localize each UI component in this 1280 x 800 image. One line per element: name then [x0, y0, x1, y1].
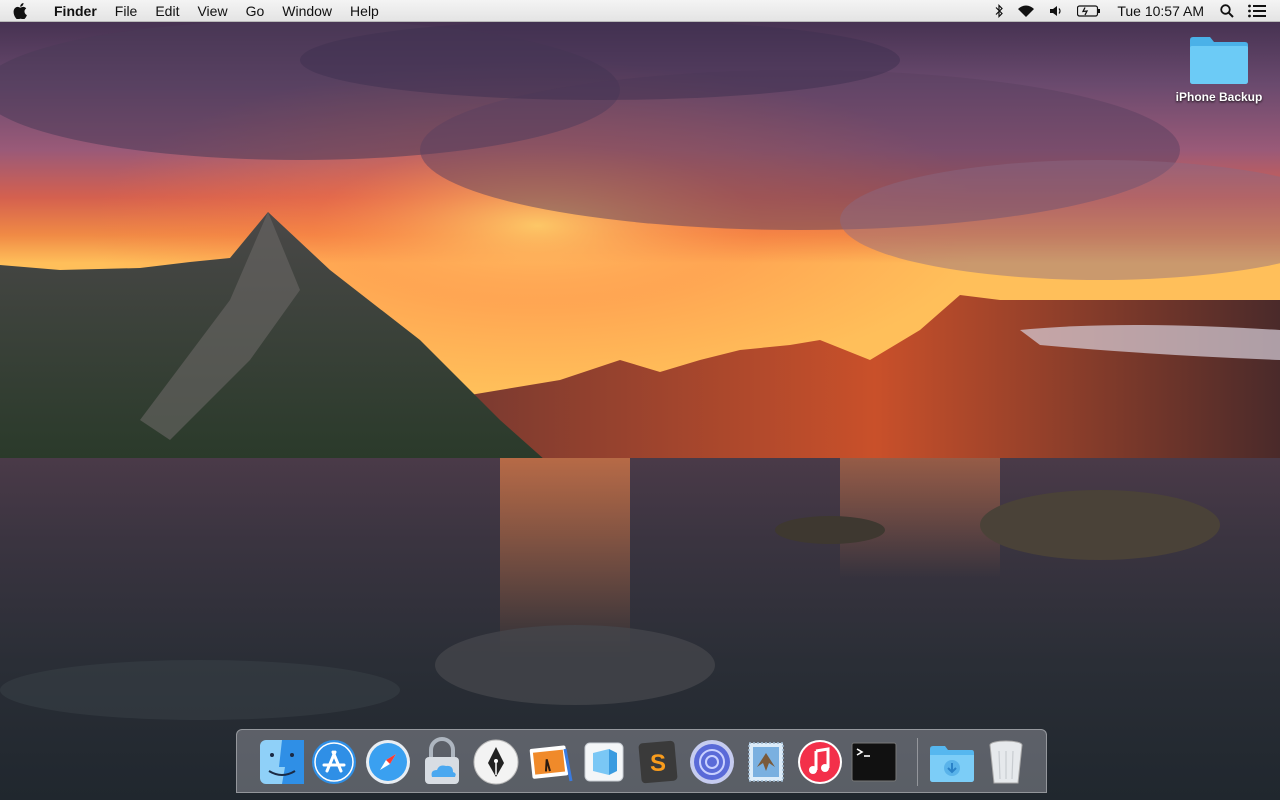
pen-nib-icon — [473, 739, 519, 785]
volume-icon — [1050, 6, 1061, 16]
mail-stamp-icon — [748, 742, 784, 782]
menu-edit[interactable]: Edit — [146, 0, 188, 22]
desktop-wallpaper — [0, 0, 1280, 800]
dock-app-store[interactable] — [309, 737, 359, 787]
dock-xcode[interactable] — [579, 737, 629, 787]
dock-script-editor[interactable] — [471, 737, 521, 787]
dock-trash[interactable] — [981, 737, 1031, 787]
dock: S — [236, 729, 1047, 793]
dock-safari[interactable] — [363, 737, 413, 787]
wifi-menu[interactable] — [1010, 0, 1042, 22]
folder-icon — [1190, 37, 1248, 84]
menu-help[interactable]: Help — [341, 0, 388, 22]
dock-terminal[interactable] — [849, 737, 899, 787]
dock-sublime-text[interactable]: S — [633, 737, 683, 787]
desktop-folder-iphone-backup[interactable]: iPhone Backup — [1166, 34, 1272, 104]
volume-menu[interactable] — [1042, 0, 1070, 22]
menu-app-finder[interactable]: Finder — [40, 0, 106, 22]
wifi-icon — [1018, 5, 1035, 17]
menu-window[interactable]: Window — [273, 0, 341, 22]
finder-icon — [260, 740, 304, 784]
dock-network-radar[interactable] — [687, 737, 737, 787]
menubar-clock[interactable]: Tue 10:57 AM — [1108, 0, 1213, 22]
menu-go[interactable]: Go — [237, 0, 274, 22]
app-store-icon — [312, 740, 356, 784]
menu-file[interactable]: File — [106, 0, 147, 22]
dock-keychain-icloud[interactable] — [417, 737, 467, 787]
trash-icon — [989, 740, 1023, 784]
safari-icon — [366, 740, 410, 784]
battery-icon — [1077, 5, 1101, 17]
lock-cloud-icon — [425, 737, 459, 784]
dock-itunes[interactable] — [795, 737, 845, 787]
photo-preview-icon — [529, 745, 573, 782]
terminal-icon — [851, 742, 897, 782]
bluetooth-icon — [995, 4, 1004, 18]
spotlight-search-icon — [1220, 4, 1234, 18]
battery-menu[interactable] — [1070, 0, 1108, 22]
apple-logo-icon — [13, 3, 27, 19]
menu-bar: Finder File Edit View Go Window Help Tue… — [0, 0, 1280, 22]
dock-downloads[interactable] — [927, 737, 977, 787]
downloads-folder-icon — [930, 746, 974, 782]
sublime-text-icon: S — [638, 740, 678, 784]
radar-icon — [690, 740, 734, 784]
notification-center-button[interactable] — [1241, 0, 1280, 22]
dock-preview[interactable] — [525, 737, 575, 787]
svg-text:S: S — [650, 750, 666, 777]
blueprint-app-icon — [584, 742, 624, 782]
dock-separator — [917, 738, 918, 786]
notification-center-icon — [1248, 4, 1266, 18]
dock-finder[interactable] — [257, 737, 307, 787]
apple-menu[interactable] — [0, 0, 40, 22]
menu-view[interactable]: View — [188, 0, 236, 22]
music-note-icon — [798, 740, 842, 784]
desktop-icon-label: iPhone Backup — [1175, 90, 1263, 104]
spotlight-button[interactable] — [1213, 0, 1241, 22]
dock-mail[interactable] — [741, 737, 791, 787]
bluetooth-menu[interactable] — [988, 0, 1010, 22]
